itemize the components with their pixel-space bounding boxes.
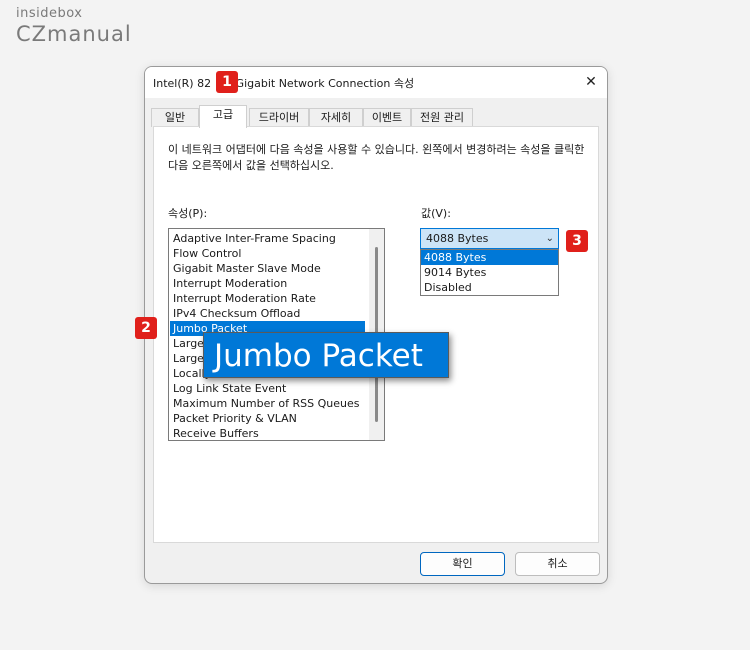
tab-details[interactable]: 자세히 [309,108,363,127]
close-icon[interactable]: ✕ [575,67,607,97]
dialog-title: Intel(R) 82 Gigabit Network Connection 속… [153,77,415,90]
list-item[interactable]: Receive Buffers [170,426,365,440]
dropdown-option[interactable]: 9014 Bytes [421,265,558,280]
value-select[interactable]: 4088 Bytes ⌄ [420,228,559,249]
brand-logo: insidebox CZmanual [16,6,132,46]
ok-button[interactable]: 확인 [420,552,505,576]
list-item[interactable]: Adaptive Inter-Frame Spacing [170,231,365,246]
list-item[interactable]: Maximum Number of RSS Queues [170,396,365,411]
list-item[interactable]: Interrupt Moderation Rate [170,291,365,306]
list-item[interactable]: IPv4 Checksum Offload [170,306,365,321]
tab-advanced[interactable]: 고급 [199,105,247,128]
tab-events[interactable]: 이벤트 [363,108,411,127]
title-bar: Intel(R) 82 Gigabit Network Connection 속… [145,67,607,99]
step-marker-3: 3 [566,230,588,252]
value-select-label: 4088 Bytes [426,232,489,245]
list-item[interactable]: Gigabit Master Slave Mode [170,261,365,276]
step-marker-1: 1 [216,71,238,93]
property-label: 속성(P): [168,207,208,220]
list-item[interactable]: Flow Control [170,246,365,261]
step-marker-2: 2 [135,317,157,339]
list-item[interactable]: Interrupt Moderation [170,276,365,291]
dropdown-option[interactable]: Disabled [421,280,558,295]
list-item[interactable]: Packet Priority & VLAN [170,411,365,426]
list-item[interactable]: Log Link State Event [170,381,365,396]
zoom-callout: Jumbo Packet [203,332,449,378]
brand-logo-top: insidebox [16,6,83,21]
panel-description: 이 네트워크 어댑터에 다음 속성을 사용할 수 있습니다. 왼쪽에서 변경하려… [168,143,585,172]
tab-power-management[interactable]: 전원 관리 [411,108,473,127]
tab-driver[interactable]: 드라이버 [249,108,309,127]
chevron-down-icon: ⌄ [545,233,554,244]
zoom-callout-text: Jumbo Packet [214,338,423,374]
cancel-button[interactable]: 취소 [515,552,600,576]
value-label: 값(V): [421,207,451,220]
properties-dialog: Intel(R) 82 Gigabit Network Connection 속… [144,66,608,584]
value-dropdown-list: 4088 Bytes 9014 Bytes Disabled [420,249,559,296]
brand-logo-bottom: CZmanual [16,22,132,46]
tab-general[interactable]: 일반 [151,108,199,127]
dropdown-option-selected[interactable]: 4088 Bytes [421,250,558,265]
